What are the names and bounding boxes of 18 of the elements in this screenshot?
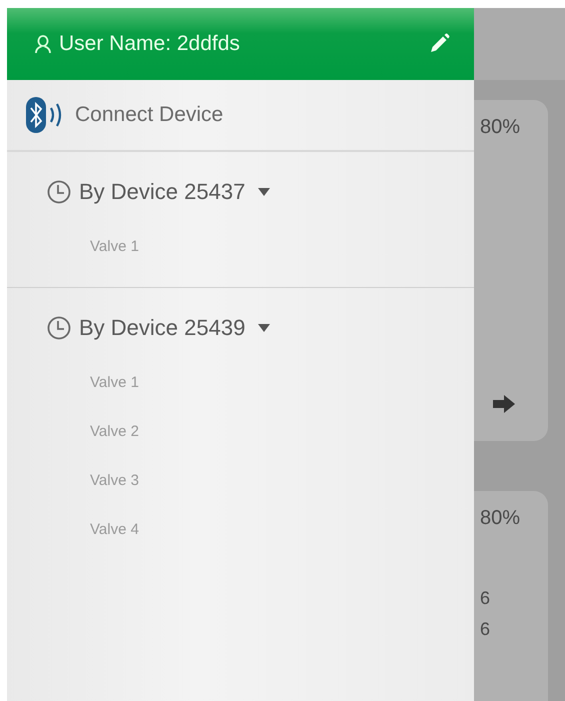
user-name-label: User Name: 2ddfds: [59, 32, 241, 56]
device-group-header[interactable]: By Device 25439: [7, 298, 278, 358]
arrow-icon[interactable]: [492, 395, 516, 413]
value-text: 6: [480, 619, 492, 640]
pencil-icon[interactable]: [428, 33, 450, 55]
valve-item[interactable]: Valve 4: [7, 505, 474, 554]
clock-icon: [47, 316, 71, 340]
device-group-header[interactable]: By Device 25437: [7, 162, 278, 222]
percentage-label: 80%: [480, 116, 522, 139]
valve-item[interactable]: Valve 3: [7, 456, 474, 505]
valve-item[interactable]: Valve 2: [7, 407, 474, 456]
valve-item[interactable]: Valve 1: [7, 358, 474, 407]
user-icon: [35, 34, 51, 54]
clock-icon: [47, 180, 71, 204]
connect-device-item[interactable]: Connect Device: [7, 80, 474, 152]
valve-item[interactable]: Valve 1: [7, 222, 474, 271]
value-text: 6: [480, 588, 492, 609]
percentage-label: 80%: [480, 507, 522, 530]
